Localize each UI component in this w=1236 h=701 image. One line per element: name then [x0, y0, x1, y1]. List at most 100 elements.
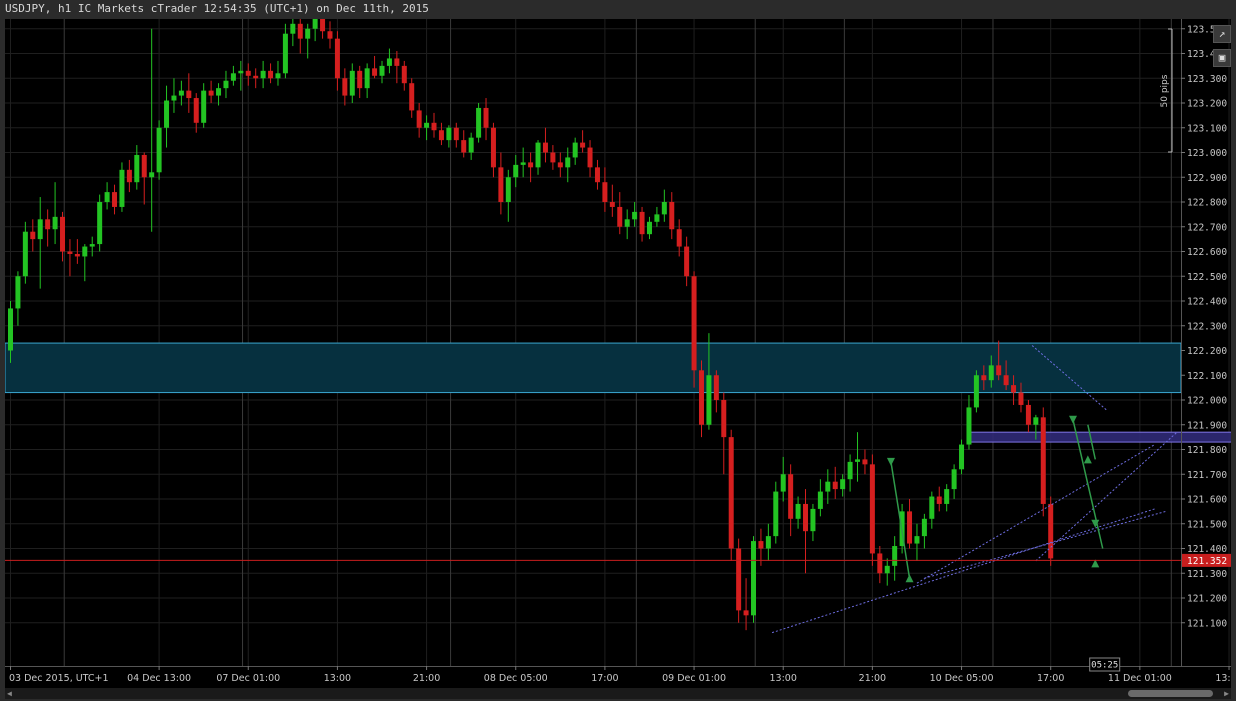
- candle-body: [67, 251, 73, 254]
- candle-body: [453, 127, 459, 141]
- candle-body: [74, 253, 80, 257]
- candle-body: [721, 400, 727, 438]
- candle-body: [973, 375, 979, 408]
- horizontal-scrollbar[interactable]: ◀ ▶: [5, 688, 1231, 699]
- candle-body: [216, 88, 222, 96]
- y-tick-label: 122.500: [1187, 272, 1227, 283]
- scroll-right-icon[interactable]: ▶: [1224, 689, 1229, 698]
- candle-body: [1003, 375, 1009, 386]
- x-tick-label: 21:00: [413, 673, 440, 684]
- popout-icon[interactable]: ↗: [1213, 25, 1231, 43]
- candle-body: [498, 167, 504, 202]
- candle-body: [89, 244, 95, 247]
- y-tick-label: 122.900: [1187, 173, 1227, 184]
- candle-body: [141, 154, 147, 178]
- y-tick-label: 122.100: [1187, 371, 1227, 382]
- candle-body: [268, 70, 274, 79]
- camera-icon[interactable]: ▣: [1213, 49, 1231, 67]
- candle-body: [959, 444, 965, 470]
- candle-body: [320, 19, 326, 32]
- candle-body: [847, 461, 853, 480]
- candle-body: [1025, 404, 1031, 425]
- scale-label: 50 pips: [1160, 74, 1170, 107]
- candle-body: [951, 469, 957, 490]
- y-tick-label: 122.600: [1187, 247, 1227, 258]
- supply-zone: [5, 342, 1182, 394]
- candle-body: [134, 154, 140, 183]
- candle-body: [988, 365, 994, 381]
- candle-body: [230, 73, 236, 81]
- candle-body: [751, 541, 756, 616]
- candle-body: [171, 95, 177, 101]
- candle-body: [45, 219, 51, 230]
- candle-body: [914, 536, 920, 544]
- candle-body: [594, 167, 600, 183]
- candle-body: [282, 33, 288, 74]
- scrollbar-thumb[interactable]: [1128, 690, 1213, 697]
- candle-body: [312, 19, 318, 29]
- x-tick-label: 09 Dec 01:00: [662, 673, 726, 684]
- x-tick-label: 13:00: [1215, 673, 1231, 684]
- candle-body: [981, 375, 987, 381]
- candle-body: [921, 518, 927, 537]
- x-tick-label: 08 Dec 05:00: [484, 673, 548, 684]
- candle-body: [795, 503, 801, 519]
- y-tick-label: 122.700: [1187, 222, 1227, 233]
- pattern-marker-icon: [1068, 415, 1077, 424]
- candle-body: [617, 206, 623, 227]
- y-tick-label: 121.400: [1187, 544, 1227, 555]
- candle-body: [342, 78, 348, 96]
- x-tick-label: 11 Dec 01:00: [1108, 673, 1172, 684]
- x-tick-label: 17:00: [591, 673, 618, 684]
- candle-body: [297, 23, 303, 39]
- y-tick-label: 121.800: [1187, 445, 1227, 456]
- y-tick-label: 121.700: [1187, 470, 1227, 481]
- candle-body: [728, 437, 734, 549]
- chart-area[interactable]: 121.100 121.200 121.300 121.400 121.500 121.6…: [5, 19, 1231, 688]
- price-chart[interactable]: 121.100 121.200 121.300 121.400 121.500 121.6…: [5, 19, 1231, 688]
- pattern-marker-icon: [1083, 455, 1092, 464]
- y-tick-label: 121.100: [1187, 618, 1227, 629]
- resistance-box: [967, 431, 1231, 443]
- candle-body: [505, 177, 511, 202]
- candle-body: [684, 246, 690, 277]
- candle-body: [780, 474, 786, 492]
- candle-body: [840, 479, 846, 490]
- candle-body: [817, 491, 823, 509]
- candle-body: [996, 365, 1002, 376]
- candle-body: [178, 90, 184, 96]
- candle-body: [936, 496, 942, 504]
- scroll-left-icon[interactable]: ◀: [7, 689, 12, 698]
- candle-body: [490, 127, 496, 168]
- y-tick-label: 122.200: [1187, 346, 1227, 357]
- candle-body: [572, 142, 578, 158]
- candle-body: [758, 541, 764, 549]
- candle-body: [646, 221, 652, 235]
- candle-body: [892, 546, 898, 566]
- candle-body: [743, 610, 749, 616]
- x-tick-label: 03 Dec 2015, UTC+1: [9, 673, 109, 684]
- x-tick-label: 07 Dec 01:00: [216, 673, 280, 684]
- x-tick-label: 13:00: [324, 673, 351, 684]
- candle-body: [661, 202, 667, 215]
- candle-body: [676, 229, 682, 247]
- candle-body: [929, 496, 935, 519]
- candle-body: [557, 162, 563, 168]
- candle-body: [1048, 503, 1054, 559]
- y-tick-label: 123.000: [1187, 148, 1227, 159]
- candle-body: [327, 31, 333, 39]
- candle-body: [97, 202, 103, 245]
- candle-body: [698, 370, 704, 425]
- candle-body: [736, 548, 742, 611]
- candle-body: [386, 58, 392, 66]
- trendline-upper: [1035, 431, 1178, 562]
- x-tick-label: 04 Dec 13:00: [127, 673, 191, 684]
- candle-body: [126, 169, 132, 183]
- candle-body: [201, 90, 207, 123]
- candle-body: [401, 65, 407, 84]
- candle-body: [82, 246, 88, 257]
- candle-body: [416, 110, 422, 128]
- candle-body: [119, 169, 125, 207]
- candle-body: [186, 90, 192, 99]
- candle-body: [260, 70, 266, 79]
